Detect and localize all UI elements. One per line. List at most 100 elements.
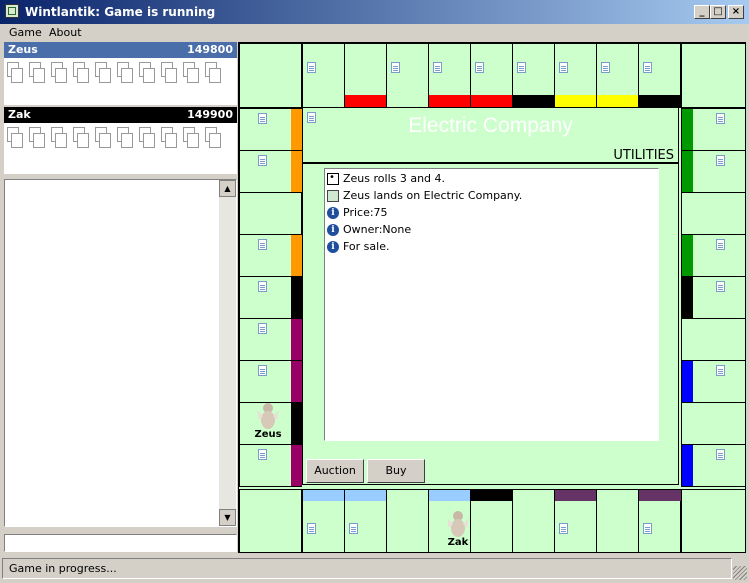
board-space[interactable]: [470, 489, 513, 553]
property-card[interactable]: [143, 133, 155, 148]
log-entry: i For sale.: [327, 239, 389, 255]
board-space[interactable]: [239, 108, 302, 151]
minimize-button[interactable]: _: [694, 5, 710, 19]
corner-space[interactable]: [239, 43, 302, 108]
color-strip: [682, 361, 693, 402]
property-card[interactable]: [187, 133, 199, 148]
board-space[interactable]: [302, 43, 345, 108]
board-space[interactable]: [512, 43, 555, 108]
property-card[interactable]: [77, 68, 89, 83]
document-icon: [517, 62, 526, 73]
board-space[interactable]: [239, 444, 302, 487]
board-space[interactable]: [681, 234, 746, 277]
log-text: Owner:None: [343, 223, 412, 236]
document-icon: [559, 62, 568, 73]
scroll-up-icon[interactable]: ▲: [219, 180, 236, 197]
board-space[interactable]: [681, 276, 746, 319]
menu-game[interactable]: Game: [9, 26, 42, 39]
chat-log: ▲ ▼: [4, 179, 237, 527]
board-space[interactable]: [681, 360, 746, 403]
board-space[interactable]: [681, 444, 746, 487]
token-label: Zak: [447, 537, 469, 548]
color-strip: [291, 445, 302, 486]
property-card[interactable]: [11, 68, 23, 83]
window-title: Wintlantik: Game is running: [25, 5, 216, 19]
board-space[interactable]: [681, 192, 746, 235]
chat-input[interactable]: [4, 534, 237, 552]
board-space[interactable]: [239, 360, 302, 403]
log-text: Zeus rolls 3 and 4.: [343, 172, 446, 185]
board-space[interactable]: [681, 402, 746, 445]
property-card[interactable]: [121, 133, 133, 148]
property-card[interactable]: [143, 68, 155, 83]
board-space[interactable]: [239, 192, 302, 235]
board-space[interactable]: [239, 150, 302, 193]
board-space[interactable]: [596, 489, 639, 553]
board-space[interactable]: [344, 43, 387, 108]
event-log: Zeus rolls 3 and 4. Zeus lands on Electri…: [324, 168, 659, 441]
color-strip: [291, 361, 302, 402]
app-icon: [5, 4, 19, 18]
board-space[interactable]: [554, 43, 597, 108]
property-group: UTILITIES: [613, 148, 674, 163]
property-header: Electric Company UTILITIES: [303, 108, 678, 164]
property-card[interactable]: [209, 68, 221, 83]
property-card[interactable]: [33, 133, 45, 148]
close-button[interactable]: ×: [728, 5, 744, 19]
property-card[interactable]: [121, 68, 133, 83]
color-strip: [639, 490, 681, 501]
buy-button[interactable]: Buy: [367, 459, 425, 483]
board-space[interactable]: [512, 489, 555, 553]
log-text: For sale.: [343, 240, 390, 253]
cupid-icon: [257, 403, 279, 429]
color-strip: [639, 95, 681, 107]
document-icon: [258, 323, 267, 334]
board-space[interactable]: [681, 318, 746, 361]
board-space[interactable]: [386, 489, 429, 553]
property-card[interactable]: [187, 68, 199, 83]
board-space[interactable]: [638, 489, 681, 553]
board-space[interactable]: [302, 489, 345, 553]
property-card[interactable]: [165, 133, 177, 148]
property-card[interactable]: [165, 68, 177, 83]
board-space[interactable]: [239, 318, 302, 361]
property-card[interactable]: [99, 133, 111, 148]
document-icon: [258, 281, 267, 292]
board-space[interactable]: [638, 43, 681, 108]
board-space[interactable]: [681, 150, 746, 193]
board-space[interactable]: [428, 43, 471, 108]
board-space[interactable]: [554, 489, 597, 553]
property-card[interactable]: [209, 133, 221, 148]
color-strip: [682, 151, 693, 192]
corner-space[interactable]: [681, 43, 746, 108]
property-card[interactable]: [33, 68, 45, 83]
property-card[interactable]: [77, 133, 89, 148]
log-entry: i Owner:None: [327, 222, 411, 238]
board-space[interactable]: [386, 43, 429, 108]
menu-about[interactable]: About: [49, 26, 82, 39]
corner-space[interactable]: [681, 489, 746, 553]
board-space[interactable]: [239, 234, 302, 277]
board-space[interactable]: [681, 108, 746, 151]
scrollbar[interactable]: ▲ ▼: [219, 180, 236, 526]
auction-button[interactable]: Auction: [306, 459, 364, 483]
color-strip: [513, 95, 555, 107]
property-card[interactable]: [99, 68, 111, 83]
info-icon: i: [327, 207, 339, 219]
board-space[interactable]: [470, 43, 513, 108]
color-strip: [345, 490, 387, 501]
color-strip: [291, 235, 302, 276]
resize-grip-icon[interactable]: [733, 566, 747, 580]
document-icon: [258, 155, 267, 166]
document-icon: [559, 523, 568, 534]
board-space[interactable]: [239, 276, 302, 319]
property-card[interactable]: [11, 133, 23, 148]
board-space[interactable]: [596, 43, 639, 108]
scroll-down-icon[interactable]: ▼: [219, 509, 236, 526]
corner-space[interactable]: [239, 489, 302, 553]
maximize-button[interactable]: □: [710, 5, 726, 19]
color-strip: [597, 95, 639, 107]
property-card[interactable]: [55, 133, 67, 148]
property-card[interactable]: [55, 68, 67, 83]
board-space[interactable]: [344, 489, 387, 553]
